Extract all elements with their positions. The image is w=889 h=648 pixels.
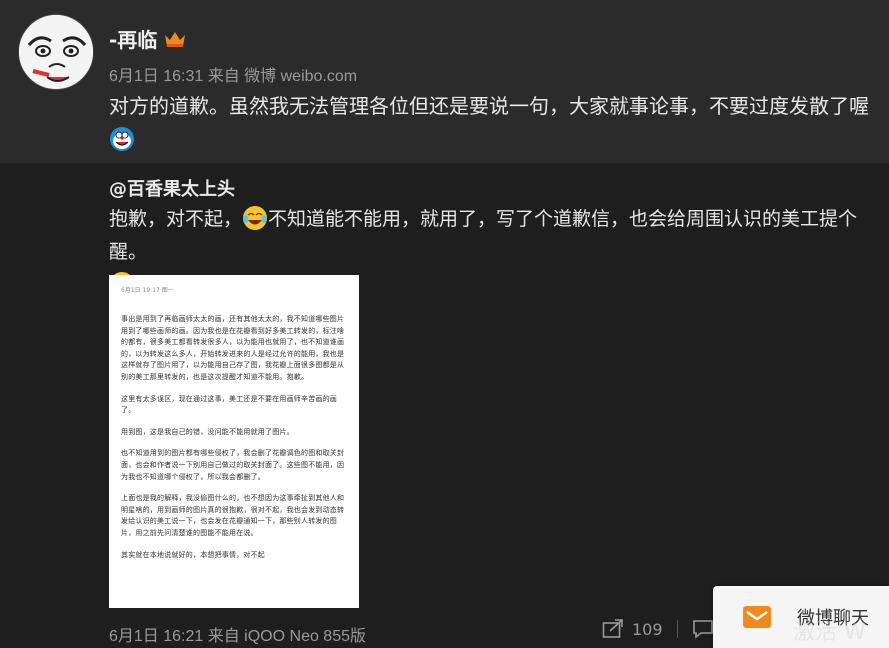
post-text: 对方的道歉。虽然我无法管理各位但还是要说一句，大家就事论事，不要过度发散了喔 — [109, 90, 869, 156]
repost-meta[interactable]: 6月1日 16:21 来自 iQOO Neo 855版 — [109, 622, 366, 646]
avatar[interactable] — [18, 14, 94, 90]
apology-letter-image[interactable]: 6月1日 19:17 图一 事出是用到了再临画师太太的画，还有其他太太的，我不知… — [109, 275, 359, 608]
image-paragraph: 也不知道用到的图片都有哪些侵权了，我会删了花瓣调色的图和取关封面，也会和作者说一… — [121, 449, 345, 481]
stat-divider — [676, 620, 678, 638]
image-paragraph: 其实就在本地说就好的，本想把事情，对不起 — [121, 550, 265, 559]
laughing-crying-emoji-icon — [243, 206, 268, 230]
chat-label: 微博聊天 — [797, 608, 869, 629]
username[interactable]: -再临 — [109, 24, 157, 53]
repost-count: 109 — [632, 619, 663, 639]
post-meta[interactable]: 6月1日 16:31 来自 微博 weibo.com — [109, 62, 357, 86]
member-crown-icon[interactable] — [163, 29, 187, 49]
doraemon-emoji-icon — [110, 127, 134, 151]
comment-icon — [692, 620, 713, 639]
weibo-post: -再临 6月1日 16:31 来自 微博 weibo.com 对方的道歉。虽然我… — [0, 0, 889, 163]
share-icon — [602, 619, 623, 638]
repost-author-link[interactable]: @百香果太上头 — [109, 175, 235, 201]
image-paragraph: 这里有太多误区，现在通过这事，美工还是不要在用画师辛苦画的画了。 — [121, 394, 337, 415]
repost-button[interactable]: 109 — [602, 619, 663, 639]
image-paragraph: 事出是用到了再临画师太太的画，还有其他太太的，我不知道哪些图片用到了哪些画师的画… — [121, 315, 345, 381]
weibo-chat-button[interactable]: 微博聊天 — [713, 586, 889, 648]
image-header-text: 6月1日 19:17 图一 — [121, 287, 174, 294]
mail-icon — [743, 606, 771, 628]
image-paragraph: 用到图，这是我自己的错，没问能不能用就用了图片。 — [121, 427, 294, 436]
reposted-content: @百香果太上头 抱歉，对不起， 不知道能不能用，就用了，写了个道歉信，也会给周围认… — [0, 163, 889, 648]
image-paragraph: 上面也是我的解释，我没偷图什么的，也不想因为这事牵扯到其他人和明星啥的，用到画师… — [121, 494, 345, 537]
